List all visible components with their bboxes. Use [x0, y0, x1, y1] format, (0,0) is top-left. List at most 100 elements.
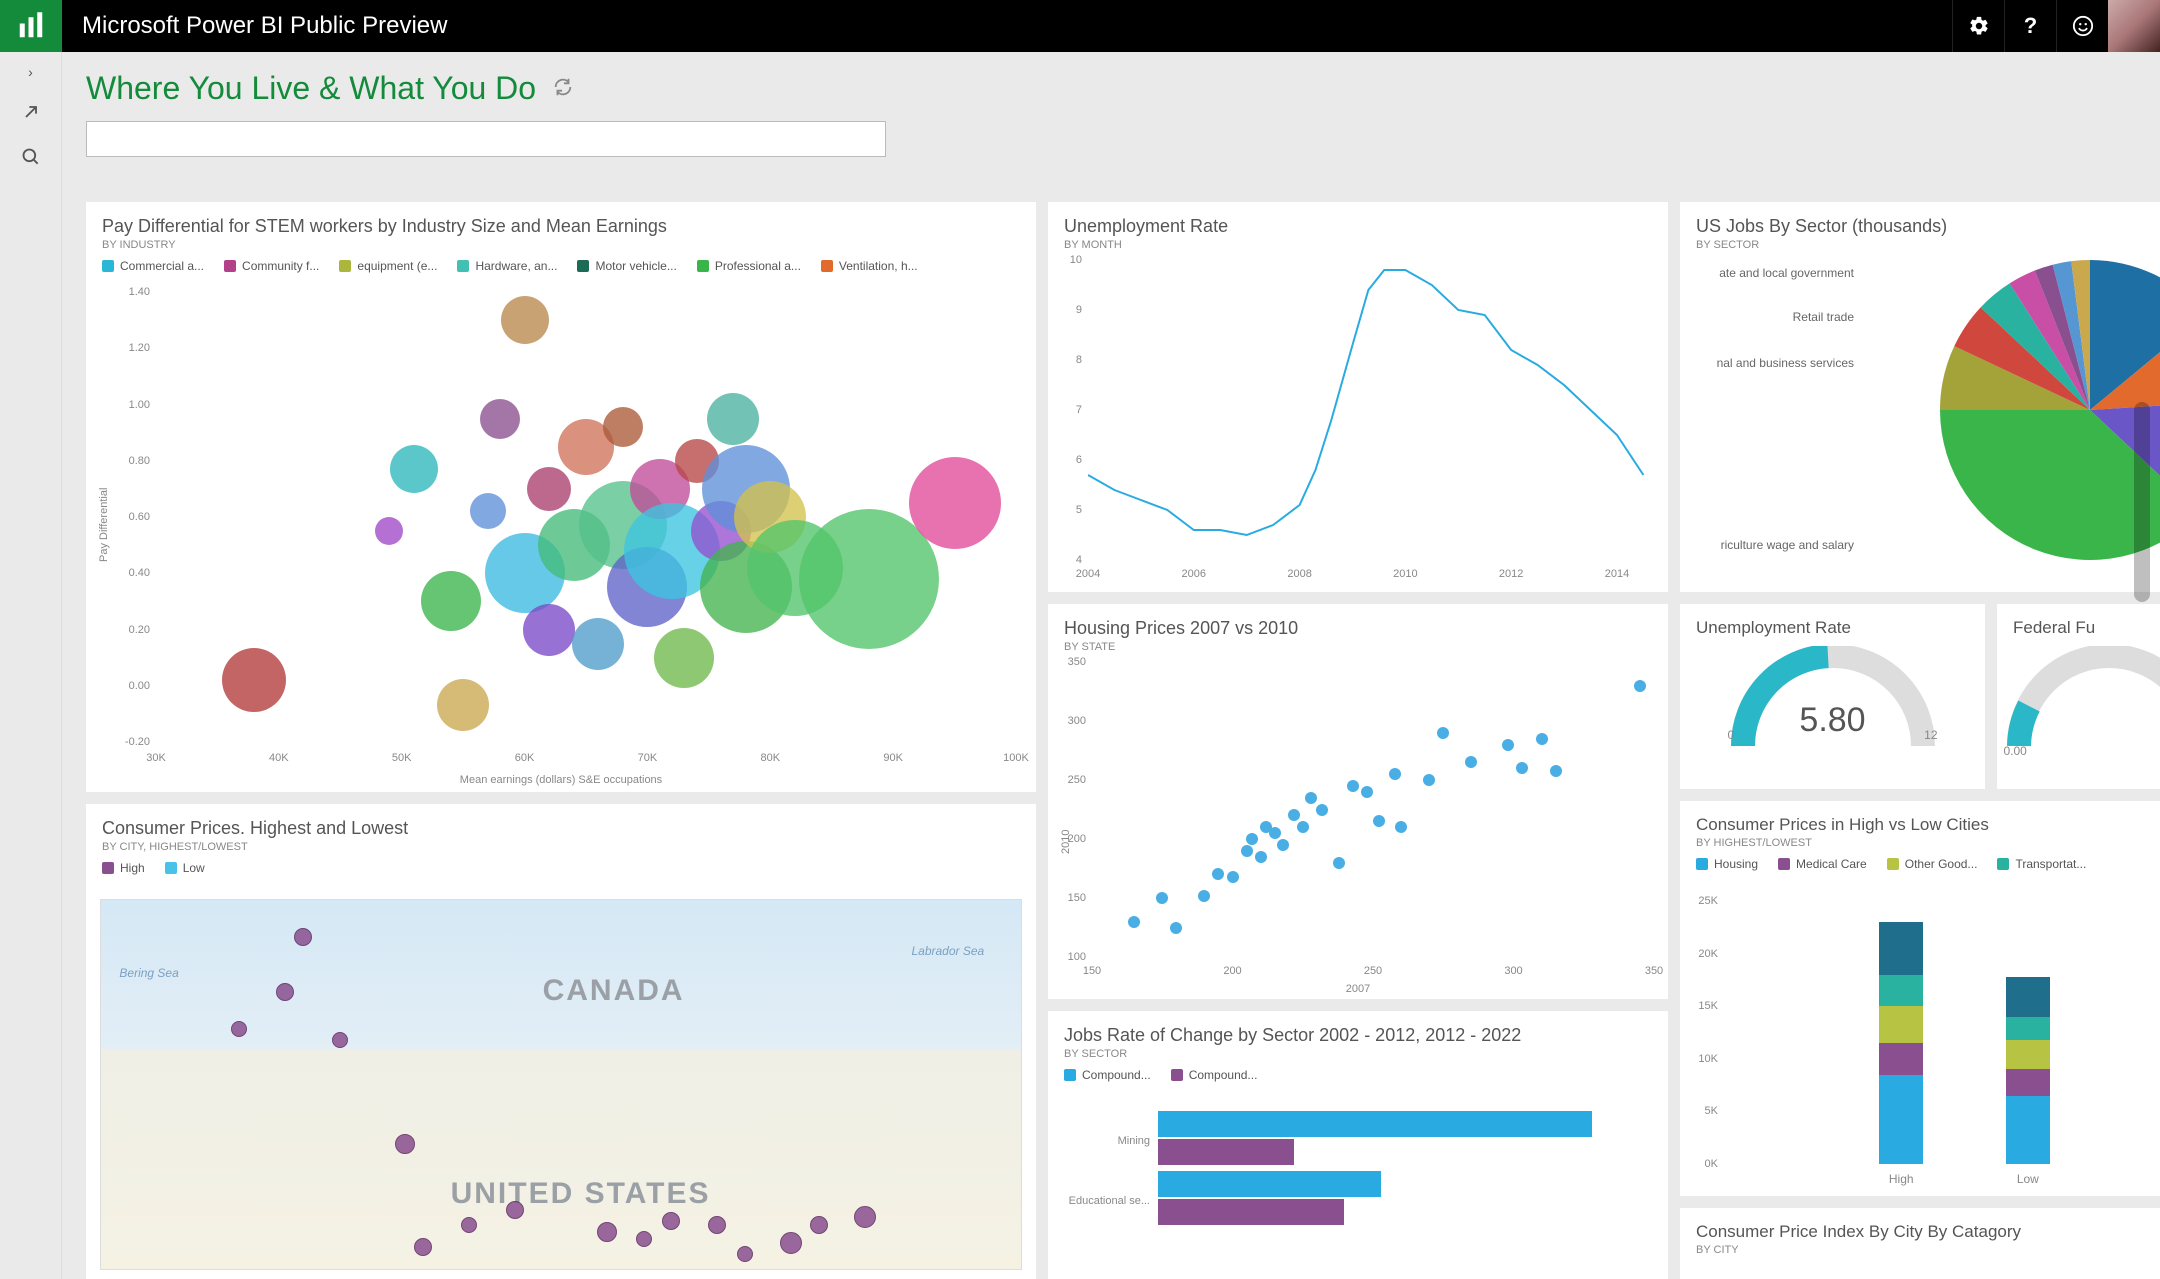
bar[interactable] [1158, 1139, 1294, 1165]
scatter-point[interactable] [1297, 821, 1309, 833]
bubble-point[interactable] [501, 296, 549, 344]
tile-housing-scatter[interactable]: Housing Prices 2007 vs 2010 BY STATE 100… [1048, 604, 1668, 999]
scatter-point[interactable] [1277, 839, 1289, 851]
bubble-point[interactable] [707, 393, 759, 445]
expand-rail-button[interactable]: › [28, 64, 33, 80]
legend-item[interactable]: equipment (e... [339, 259, 437, 273]
y-tick: 5 [1060, 504, 1082, 516]
scatter-point[interactable] [1316, 804, 1328, 816]
scatter-point[interactable] [1465, 756, 1477, 768]
bubble-point[interactable] [523, 604, 575, 656]
legend-swatch [339, 260, 351, 272]
map-plot-area[interactable]: CANADA UNITED STATES Bering Sea Labrador… [100, 899, 1022, 1270]
feedback-button[interactable] [2056, 0, 2108, 52]
bubble-point[interactable] [470, 493, 506, 529]
gauge-max: 12 [1924, 728, 1937, 742]
legend-item[interactable]: Compound... [1064, 1068, 1151, 1082]
refresh-button[interactable] [552, 76, 574, 101]
pie-label: nal and business services [1694, 356, 1854, 370]
legend-item[interactable]: Professional a... [697, 259, 801, 273]
legend-item[interactable]: Motor vehicle... [577, 259, 676, 273]
scatter-point[interactable] [1437, 727, 1449, 739]
scatter-point[interactable] [1536, 733, 1548, 745]
legend-item[interactable]: Compound... [1171, 1068, 1258, 1082]
y-tick: 250 [1058, 774, 1086, 786]
legend-item[interactable]: Ventilation, h... [821, 259, 918, 273]
scatter-point[interactable] [1516, 762, 1528, 774]
bubble-point[interactable] [909, 457, 1001, 549]
app-logo-tile[interactable] [0, 0, 62, 52]
bubble-point[interactable] [480, 399, 520, 439]
tile-title: Housing Prices 2007 vs 2010 [1064, 618, 1652, 639]
legend: Commercial a... Community f... equipment (… [102, 259, 1020, 273]
scatter-point[interactable] [1227, 871, 1239, 883]
search-button[interactable] [21, 147, 41, 170]
bar[interactable] [1158, 1111, 1592, 1137]
legend-item[interactable]: Community f... [224, 259, 319, 273]
scatter-point[interactable] [1241, 845, 1253, 857]
y-tick: 4 [1060, 554, 1082, 566]
tile-gauge-federal[interactable]: Federal Fu 0.00 [1997, 604, 2160, 789]
user-avatar[interactable] [2108, 0, 2160, 52]
bubble-point[interactable] [437, 679, 489, 731]
tile-bubble-chart[interactable]: Pay Differential for STEM workers by Ind… [86, 202, 1036, 792]
tile-jobs-pie[interactable]: US Jobs By Sector (thousands) BY SECTOR … [1680, 202, 2160, 592]
legend-item[interactable]: Other Good... [1887, 857, 1978, 871]
scatter-point[interactable] [1550, 765, 1562, 777]
bubble-point[interactable] [222, 648, 286, 712]
x-tick: 2004 [1076, 568, 1100, 580]
bubble-point[interactable] [527, 467, 571, 511]
scatter-point[interactable] [1395, 821, 1407, 833]
legend-item[interactable]: Hardware, an... [457, 259, 557, 273]
help-button[interactable]: ? [2004, 0, 2056, 52]
tile-consumer-stacked[interactable]: Consumer Prices in High vs Low Cities BY… [1680, 801, 2160, 1196]
scatter-point[interactable] [1502, 739, 1514, 751]
scatter-point[interactable] [1269, 827, 1281, 839]
settings-button[interactable] [1952, 0, 2004, 52]
tile-jobs-rate[interactable]: Jobs Rate of Change by Sector 2002 - 201… [1048, 1011, 1668, 1279]
tile-title: Consumer Prices. Highest and Lowest [102, 818, 1020, 839]
legend-item[interactable]: Housing [1696, 857, 1758, 871]
tile-cpi-city[interactable]: Consumer Price Index By City By Catagory… [1680, 1208, 2160, 1279]
legend-item[interactable]: Medical Care [1778, 857, 1867, 871]
scatter-point[interactable] [1333, 857, 1345, 869]
bubble-point[interactable] [572, 618, 624, 670]
search-icon [21, 147, 41, 167]
legend-item[interactable]: Commercial a... [102, 259, 204, 273]
bubble-point[interactable] [421, 571, 481, 631]
scatter-point[interactable] [1423, 774, 1435, 786]
vertical-scrollbar[interactable] [2134, 402, 2150, 602]
legend-item[interactable]: Transportat... [1997, 857, 2086, 871]
tile-unemployment-line[interactable]: Unemployment Rate BY MONTH 4567891020042… [1048, 202, 1668, 592]
x-tick: 2010 [1393, 568, 1417, 580]
legend-swatch [102, 862, 114, 874]
scatter-point[interactable] [1373, 815, 1385, 827]
scatter-point[interactable] [1156, 892, 1168, 904]
bubble-point[interactable] [390, 445, 438, 493]
scatter-point[interactable] [1305, 792, 1317, 804]
scatter-point[interactable] [1288, 809, 1300, 821]
share-button[interactable] [21, 102, 41, 125]
bar[interactable] [1158, 1199, 1344, 1225]
scatter-point[interactable] [1198, 890, 1210, 902]
stacked-column[interactable] [1879, 922, 1923, 1164]
scatter-point[interactable] [1212, 868, 1224, 880]
scatter-point[interactable] [1361, 786, 1373, 798]
legend-item[interactable]: Low [165, 861, 205, 875]
scatter-point[interactable] [1255, 851, 1267, 863]
stacked-column[interactable] [2006, 977, 2050, 1164]
qa-question-input[interactable] [86, 121, 886, 157]
bubble-point[interactable] [375, 517, 403, 545]
scatter-point[interactable] [1634, 680, 1646, 692]
scatter-point[interactable] [1389, 768, 1401, 780]
tile-gauge-unemployment[interactable]: Unemployment Rate 5.80 0 12 [1680, 604, 1985, 789]
tile-consumer-map[interactable]: Consumer Prices. Highest and Lowest BY C… [86, 804, 1036, 1279]
bubble-point[interactable] [654, 628, 714, 688]
legend-item[interactable]: High [102, 861, 145, 875]
scatter-point[interactable] [1170, 922, 1182, 934]
scatter-point[interactable] [1128, 916, 1140, 928]
scatter-point[interactable] [1246, 833, 1258, 845]
scatter-point[interactable] [1347, 780, 1359, 792]
bubble-point[interactable] [603, 407, 643, 447]
bar[interactable] [1158, 1171, 1381, 1197]
